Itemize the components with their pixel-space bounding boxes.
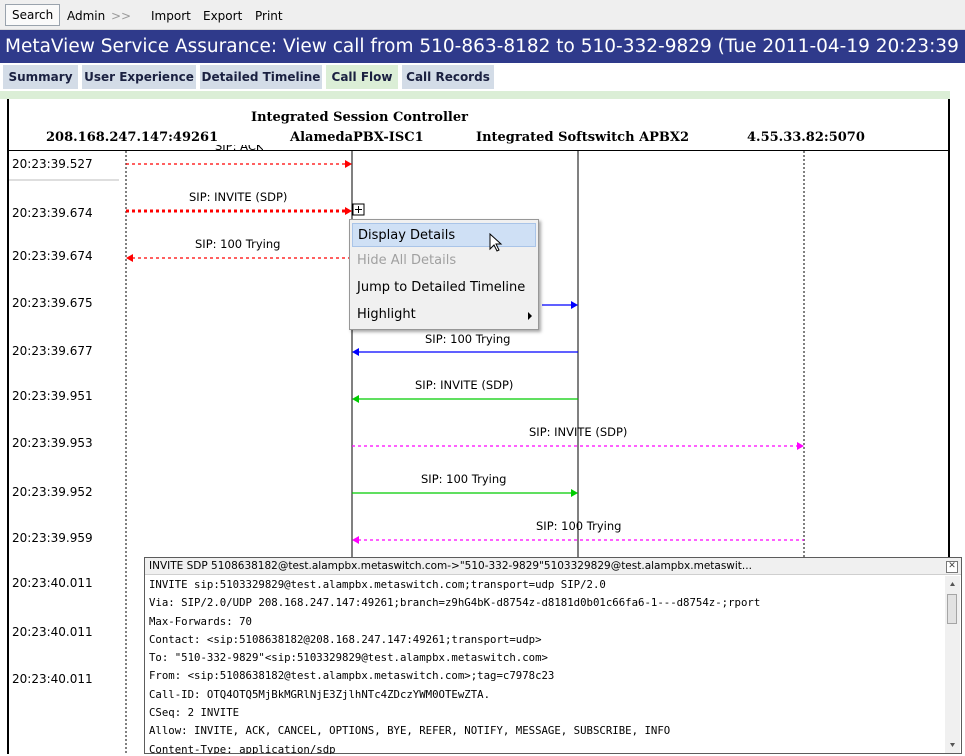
sip-line: Max-Forwards: 70 [149, 614, 252, 628]
popup-body: INVITE sip:5103329829@test.alampbx.metas… [149, 576, 944, 754]
tab-summary[interactable]: Summary [3, 65, 78, 89]
timestamp: 20:23:39.952 [12, 485, 93, 499]
menu-export[interactable]: Export [203, 6, 242, 26]
timestamp: 20:23:39.675 [12, 296, 93, 310]
tab-call-flow[interactable]: Call Flow [326, 65, 398, 89]
timestamp: 20:23:39.674 [12, 206, 93, 220]
timestamp: 20:23:39.951 [12, 389, 93, 403]
sip-line: Content-Type: application/sdp [149, 742, 336, 754]
message-label-invite[interactable]: SIP: INVITE (SDP) [415, 378, 513, 392]
menu-admin[interactable]: Admin [67, 6, 105, 26]
menu-import[interactable]: Import [151, 6, 191, 26]
arrow-trying-2-head [352, 348, 359, 356]
page-title-bar: MetaView Service Assurance: View call fr… [0, 30, 965, 63]
popup-scrollbar[interactable] [945, 576, 960, 753]
tab-call-records[interactable]: Call Records [402, 65, 494, 89]
mouse-cursor-icon [489, 233, 503, 252]
timestamp: 20:23:40.011 [12, 672, 93, 686]
arrow-invite-1-head [345, 207, 352, 215]
arrow-trying-3-head [571, 489, 578, 497]
arrow-trying-4-head [352, 536, 359, 544]
arrow-invite-4-head [797, 442, 804, 450]
scrollbar-thumb[interactable] [947, 594, 957, 624]
message-label-trying[interactable]: SIP: 100 Trying [421, 472, 506, 486]
menu-item-jump-to-timeline[interactable]: Jump to Detailed Timeline [352, 276, 536, 300]
message-details-popup: INVITE SDP 5108638182@test.alampbx.metas… [144, 557, 962, 754]
arrow-trying-1-head [126, 254, 133, 262]
timestamp: 20:23:40.011 [12, 625, 93, 639]
timestamp: 20:23:39.527 [12, 157, 93, 171]
close-icon[interactable]: ✕ [946, 561, 958, 573]
menu-search[interactable]: Search [5, 4, 61, 26]
arrow-invite-2-head [571, 301, 578, 309]
arrow-invite-3-head [352, 395, 359, 403]
message-arrows [126, 160, 804, 544]
message-label-trying[interactable]: SIP: 100 Trying [536, 519, 621, 533]
sip-line: Contact: <sip:5108638182@208.168.247.147… [149, 632, 542, 646]
sip-line: Via: SIP/2.0/UDP 208.168.247.147:49261;b… [149, 596, 761, 610]
menu-item-label: Jump to Detailed Timeline [357, 280, 526, 295]
sip-line: CSeq: 2 INVITE [149, 706, 240, 720]
tab-content-border [0, 91, 950, 99]
context-menu: Display Details Hide All Details Jump to… [349, 219, 539, 330]
message-label-trying[interactable]: SIP: 100 Trying [195, 237, 280, 251]
popup-title: INVITE SDP 5108638182@test.alampbx.metas… [145, 558, 961, 575]
message-label-invite[interactable]: SIP: INVITE (SDP) [529, 425, 627, 439]
menu-item-label: Highlight [357, 307, 416, 322]
menu-item-hide-all-details: Hide All Details [352, 249, 536, 273]
sip-line: Allow: INVITE, ACK, CANCEL, OPTIONS, BYE… [149, 724, 671, 738]
timestamp: 20:23:39.677 [12, 344, 93, 358]
sip-line: Call-ID: OTQ4OTQ5MjBkMGRlNjE3ZjlhNTc4ZDc… [149, 687, 491, 701]
page-title: MetaView Service Assurance: View call fr… [5, 36, 965, 57]
timestamp: 20:23:39.959 [12, 531, 93, 545]
tab-bar: Summary User Experience Detailed Timelin… [0, 63, 965, 91]
message-label-invite[interactable]: SIP: INVITE (SDP) [189, 190, 287, 204]
menu-print[interactable]: Print [255, 6, 283, 26]
sip-line: INVITE sip:5103329829@test.alampbx.metas… [149, 578, 606, 591]
sip-line: From: <sip:5108638182@test.alampbx.metas… [149, 669, 555, 683]
submenu-arrow-icon [528, 312, 532, 320]
menu-item-label: Display Details [358, 228, 456, 243]
top-menu-bar: Search Admin >> Import Export Print [0, 0, 965, 30]
menu-separator: >> [111, 9, 132, 23]
menu-item-label: Hide All Details [357, 253, 457, 268]
sip-line: To: "510-332-9829"<sip:5103329829@test.a… [149, 651, 548, 665]
tab-detailed-timeline[interactable]: Detailed Timeline [200, 65, 322, 89]
message-label-ack[interactable]: SIP: ACK [215, 145, 263, 152]
timestamp: 20:23:40.011 [12, 576, 93, 590]
timestamp: 20:23:39.674 [12, 249, 93, 263]
menu-item-display-details[interactable]: Display Details [352, 223, 536, 247]
arrow-ack-head [345, 160, 352, 168]
message-label-trying[interactable]: SIP: 100 Trying [425, 332, 510, 346]
timestamp: 20:23:39.953 [12, 436, 93, 450]
tab-user-experience[interactable]: User Experience [82, 65, 196, 89]
menu-item-highlight[interactable]: Highlight [352, 303, 536, 327]
